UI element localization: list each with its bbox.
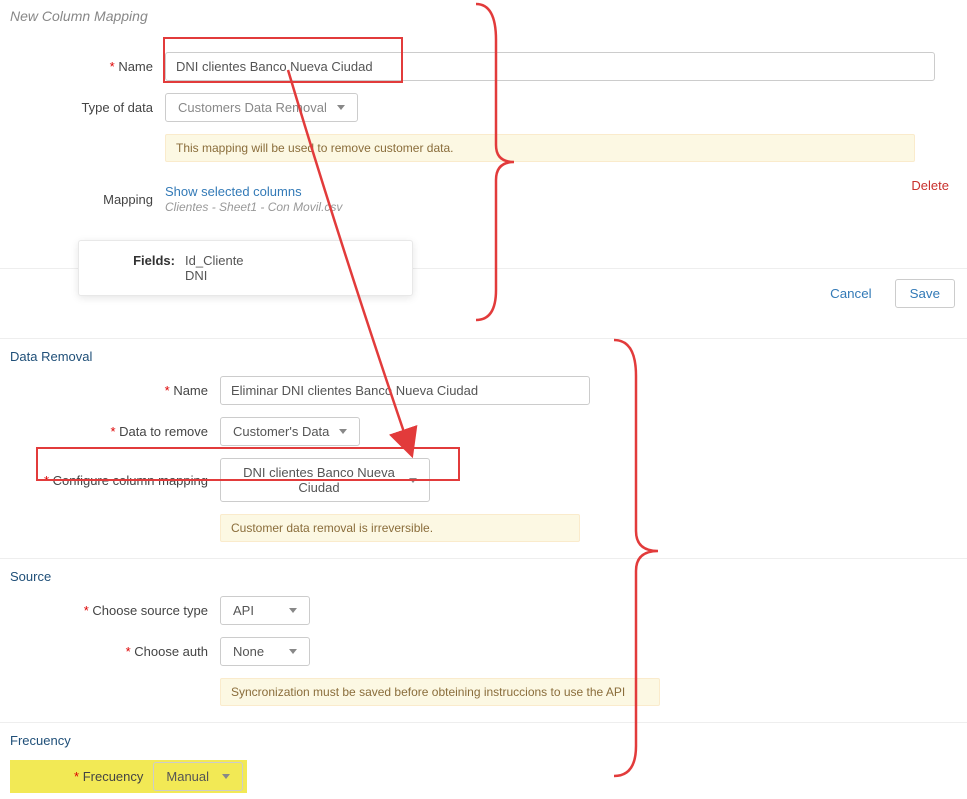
section-frecuency: Frecuency: [0, 722, 967, 754]
frecuency-dropdown[interactable]: Manual: [153, 762, 243, 791]
auth-label: * Choose auth: [10, 644, 220, 659]
panel-title: New Column Mapping: [0, 0, 967, 32]
chevron-down-icon: [289, 649, 297, 654]
delete-link[interactable]: Delete: [911, 178, 949, 193]
col-mapping-dropdown[interactable]: DNI clientes Banco Nueva Ciudad: [220, 458, 430, 502]
chevron-down-icon: [339, 429, 347, 434]
frecuency-highlight: * Frecuency Manual: [10, 760, 247, 793]
field-item: Id_Cliente: [185, 253, 244, 268]
frecuency-label: * Frecuency: [14, 769, 153, 784]
chevron-down-icon: [289, 608, 297, 613]
name-input[interactable]: [165, 52, 935, 81]
mapping-file: Clientes - Sheet1 - Con Movil.csv: [165, 200, 342, 214]
cancel-button[interactable]: Cancel: [815, 279, 887, 308]
dr-name-label: * Name: [10, 383, 220, 398]
removal-warning: Customer data removal is irreversible.: [220, 514, 580, 542]
chevron-down-icon: [409, 478, 417, 483]
chevron-down-icon: [222, 774, 230, 779]
mapping-note: This mapping will be used to remove cust…: [165, 134, 915, 162]
col-mapping-label: * Configure column mapping: [10, 473, 220, 488]
mapping-label: Mapping: [10, 192, 165, 207]
field-item: DNI: [185, 268, 244, 283]
section-source: Source: [0, 558, 967, 590]
source-type-label: * Choose source type: [10, 603, 220, 618]
chevron-down-icon: [337, 105, 345, 110]
data-to-remove-dropdown[interactable]: Customer's Data: [220, 417, 360, 446]
api-note: Syncronization must be saved before obte…: [220, 678, 660, 706]
data-to-remove-label: * Data to remove: [10, 424, 220, 439]
save-button[interactable]: Save: [895, 279, 955, 308]
name-label: * Name: [10, 59, 165, 74]
fields-label: Fields:: [95, 253, 185, 283]
dr-name-input[interactable]: [220, 376, 590, 405]
auth-dropdown[interactable]: None: [220, 637, 310, 666]
source-type-dropdown[interactable]: API: [220, 596, 310, 625]
fields-tooltip: Fields: Id_Cliente DNI: [78, 240, 413, 296]
section-data-removal: Data Removal: [0, 338, 967, 370]
type-of-data-label: Type of data: [10, 100, 165, 115]
type-of-data-dropdown[interactable]: Customers Data Removal: [165, 93, 358, 122]
show-columns-link[interactable]: Show selected columns: [165, 184, 302, 199]
